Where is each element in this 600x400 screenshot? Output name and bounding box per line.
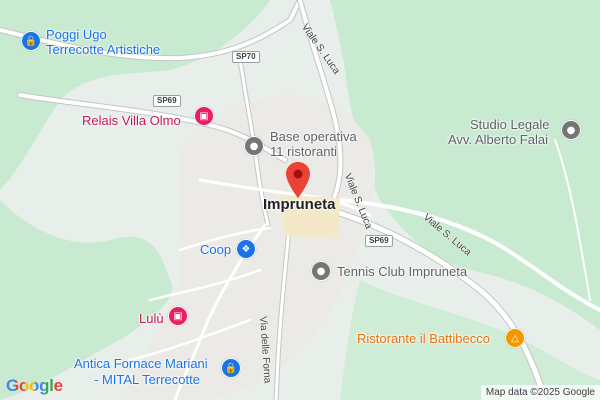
poi-label-poggi-ugo[interactable]: Poggi Ugo [46,27,107,42]
poi-label-poggi-ugo[interactable]: Terrecotte Artistiche [46,42,160,57]
road-shield-sp70: SP70 [232,51,260,63]
place-icon[interactable]: ● [561,120,581,140]
poi-label-tennis-club[interactable]: Tennis Club Impruneta [337,264,467,279]
place-icon[interactable]: ● [244,136,264,156]
bed-icon[interactable]: ▣ [168,306,188,326]
location-marker-icon[interactable] [286,162,310,198]
poi-label-lulu[interactable]: Lulù [139,311,164,326]
map-canvas[interactable]: SP70 SP69 SP69 Viale S. Luca Viale S. Lu… [0,0,600,400]
road-shield-sp69: SP69 [153,95,181,107]
cart-icon[interactable]: ❖ [236,239,256,259]
poi-label-ristorante[interactable]: Ristorante il Battibecco [357,331,490,346]
fork-knife-icon[interactable]: △ [505,328,525,348]
poi-label-coop[interactable]: Coop [200,242,231,257]
poi-label-studio-legale[interactable]: Avv. Alberto Falai [448,132,548,147]
shopping-bag-icon[interactable]: 🔒 [21,31,41,51]
poi-label-antica-fornace[interactable]: - MITAL Terrecotte [94,372,200,387]
poi-label-base-operativa[interactable]: 11 ristoranti [270,144,337,159]
road-shield-sp69: SP69 [365,235,393,247]
google-logo: Google [6,376,63,395]
poi-label-studio-legale[interactable]: Studio Legale [470,117,550,132]
shopping-bag-icon[interactable]: 🔒 [221,358,241,378]
poi-label-base-operativa[interactable]: Base operativa [270,129,357,144]
poi-label-relais-villa-olmo[interactable]: Relais Villa Olmo [82,113,181,128]
poi-label-antica-fornace[interactable]: Antica Fornace Mariani [74,356,208,371]
map-attribution[interactable]: Map data ©2025 Google [480,385,600,400]
place-icon[interactable]: ● [311,261,331,281]
bed-icon[interactable]: ▣ [194,106,214,126]
town-label: Impruneta [263,196,336,213]
